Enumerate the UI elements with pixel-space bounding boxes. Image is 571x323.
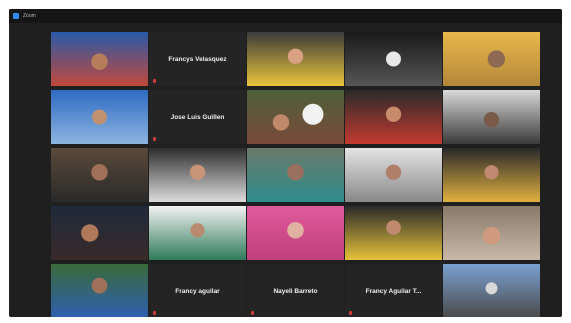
- participant-video: [443, 90, 540, 144]
- participant-video: [443, 148, 540, 202]
- participant-tile[interactable]: [149, 206, 246, 260]
- participant-name: Francy Aguilar T...: [365, 287, 422, 295]
- participant-video: [149, 148, 246, 202]
- participant-tile[interactable]: [443, 32, 540, 86]
- participant-video: [345, 32, 442, 86]
- participant-tile[interactable]: [247, 90, 344, 144]
- muted-mic-icon: [153, 311, 156, 315]
- zoom-meeting-window: Zoom Francys Velasquez Jose Luis Guillen: [9, 9, 562, 317]
- participant-video: [51, 32, 148, 86]
- participant-tile[interactable]: [345, 90, 442, 144]
- participant-video: [51, 206, 148, 260]
- participant-tile[interactable]: Francy Aguilar T...: [345, 264, 442, 317]
- participant-tile[interactable]: [51, 264, 148, 317]
- participant-video: [149, 206, 246, 260]
- participant-tile[interactable]: [247, 32, 344, 86]
- participant-tile[interactable]: [51, 148, 148, 202]
- window-title: Zoom: [23, 13, 36, 19]
- participant-tile[interactable]: [443, 264, 540, 317]
- participant-tile[interactable]: [443, 206, 540, 260]
- participant-video: [247, 206, 344, 260]
- participant-tile[interactable]: [345, 32, 442, 86]
- participant-tile[interactable]: [345, 148, 442, 202]
- participant-name: Francy aguilar: [175, 287, 220, 295]
- muted-mic-icon: [153, 79, 156, 83]
- participant-name: Jose Luis Guillen: [170, 113, 225, 121]
- participant-video: [345, 90, 442, 144]
- participant-tile[interactable]: [345, 206, 442, 260]
- participant-video: [443, 32, 540, 86]
- participant-tile-active-speaker[interactable]: [443, 90, 540, 144]
- muted-mic-icon: [251, 311, 254, 315]
- participant-tile[interactable]: [51, 90, 148, 144]
- participant-tile[interactable]: Francys Velasquez: [149, 32, 246, 86]
- participant-tile[interactable]: Jose Luis Guillen: [149, 90, 246, 144]
- participant-tile[interactable]: [247, 148, 344, 202]
- participant-tile[interactable]: [443, 148, 540, 202]
- participant-tile[interactable]: [149, 148, 246, 202]
- participant-video: [247, 90, 344, 144]
- participant-video: [51, 90, 148, 144]
- gallery-view-grid: Francys Velasquez Jose Luis Guillen Fran…: [51, 32, 541, 317]
- participant-video: [443, 264, 540, 317]
- participant-name: Nayeli Barreto: [273, 287, 318, 295]
- title-bar: Zoom: [9, 9, 562, 23]
- participant-video: [345, 148, 442, 202]
- participant-tile[interactable]: [247, 206, 344, 260]
- participant-tile[interactable]: Francy aguilar: [149, 264, 246, 317]
- participant-name: Francys Velasquez: [168, 55, 227, 63]
- participant-video: [247, 148, 344, 202]
- muted-mic-icon: [349, 311, 352, 315]
- muted-mic-icon: [153, 137, 156, 141]
- participant-video: [51, 148, 148, 202]
- participant-video: [51, 264, 148, 317]
- participant-video: [247, 32, 344, 86]
- participant-tile[interactable]: [51, 32, 148, 86]
- participant-tile[interactable]: [51, 206, 148, 260]
- participant-video: [345, 206, 442, 260]
- participant-tile[interactable]: Nayeli Barreto: [247, 264, 344, 317]
- zoom-app-icon: [13, 13, 19, 19]
- participant-video: [443, 206, 540, 260]
